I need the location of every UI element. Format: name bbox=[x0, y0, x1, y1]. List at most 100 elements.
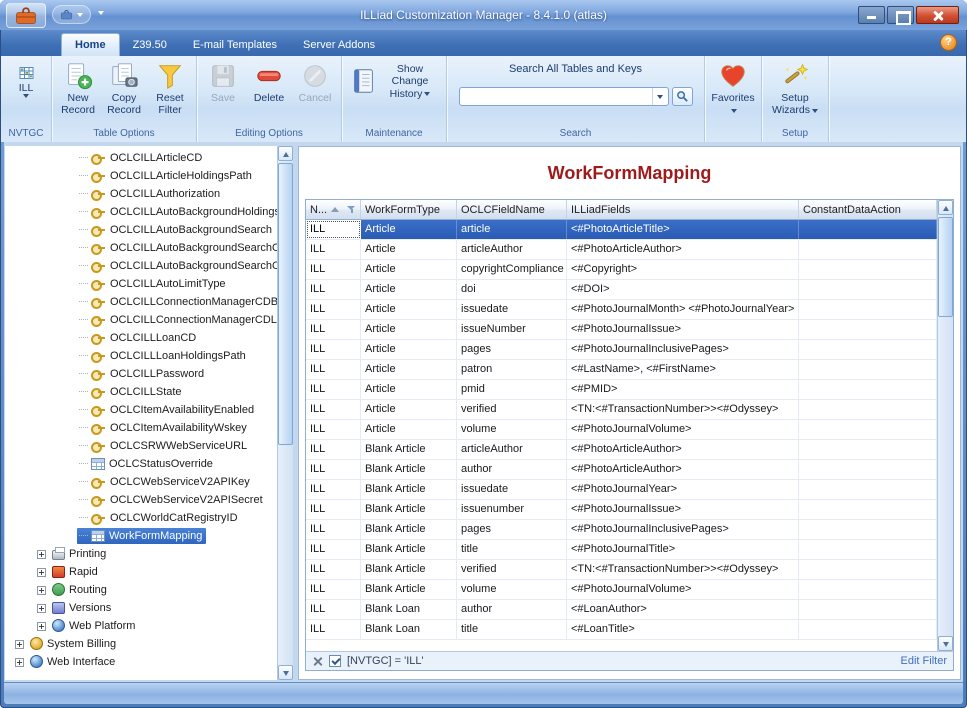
cell-nvtgc[interactable]: ILL bbox=[306, 380, 361, 399]
cell-nvtgc[interactable]: ILL bbox=[306, 500, 361, 519]
scroll-up-button[interactable] bbox=[938, 200, 953, 215]
expander-icon[interactable] bbox=[37, 622, 46, 631]
close-button[interactable] bbox=[916, 6, 959, 24]
cell-constantdataaction[interactable] bbox=[799, 600, 937, 619]
ribbon-tab[interactable]: Z39.50 bbox=[120, 34, 180, 56]
table-row[interactable]: ILL Article verified <TN:<#TransactionNu… bbox=[306, 400, 937, 420]
tree-item[interactable]: OCLCWebServiceV2APIKey bbox=[5, 473, 277, 491]
cell-constantdataaction[interactable] bbox=[799, 280, 937, 299]
column-header[interactable]: N... bbox=[306, 200, 361, 219]
cell-nvtgc[interactable]: ILL bbox=[306, 480, 361, 499]
cell-constantdataaction[interactable] bbox=[799, 480, 937, 499]
cell-constantdataaction[interactable] bbox=[799, 400, 937, 419]
cell-workformtype[interactable]: Blank Article bbox=[361, 520, 457, 539]
tree-item[interactable]: OCLCILLAutoLimitType bbox=[5, 275, 277, 293]
cell-workformtype[interactable]: Blank Article bbox=[361, 500, 457, 519]
cell-workformtype[interactable]: Article bbox=[361, 240, 457, 259]
table-row[interactable]: ILL Blank Article issuedate <#PhotoJourn… bbox=[306, 480, 937, 500]
cell-workformtype[interactable]: Article bbox=[361, 280, 457, 299]
tree-item[interactable]: Rapid bbox=[5, 563, 277, 581]
cell-illiadfields[interactable]: <#LastName>, <#FirstName> bbox=[567, 360, 799, 379]
cancel-button[interactable]: Cancel bbox=[292, 58, 338, 105]
table-row[interactable]: ILL Blank Article author <#PhotoArticleA… bbox=[306, 460, 937, 480]
column-header[interactable]: ConstantDataAction bbox=[799, 200, 937, 219]
cell-constantdataaction[interactable] bbox=[799, 560, 937, 579]
table-row[interactable]: ILL Article doi <#DOI> bbox=[306, 280, 937, 300]
cell-illiadfields[interactable]: <#PhotoJournalTitle> bbox=[567, 540, 799, 559]
table-row[interactable]: ILL Blank Article pages <#PhotoJournalIn… bbox=[306, 520, 937, 540]
cell-workformtype[interactable]: Blank Article bbox=[361, 480, 457, 499]
cell-oclcfieldname[interactable]: issuedate bbox=[457, 480, 567, 499]
tree-item[interactable]: OCLCILLArticleHoldingsPath bbox=[5, 167, 277, 185]
cell-constantdataaction[interactable] bbox=[799, 520, 937, 539]
cell-constantdataaction[interactable] bbox=[799, 440, 937, 459]
setup-wizards-button[interactable]: Setup Wizards bbox=[765, 58, 825, 118]
cell-workformtype[interactable]: Article bbox=[361, 220, 457, 239]
cell-illiadfields[interactable]: <#PhotoJournalIssue> bbox=[567, 320, 799, 339]
cell-constantdataaction[interactable] bbox=[799, 260, 937, 279]
tree-item[interactable]: WorkFormMapping bbox=[5, 527, 277, 545]
tree-item[interactable]: Versions bbox=[5, 599, 277, 617]
cell-nvtgc[interactable]: ILL bbox=[306, 600, 361, 619]
cell-illiadfields[interactable]: <#PhotoArticleAuthor> bbox=[567, 440, 799, 459]
table-row[interactable]: ILL Article article <#PhotoArticleTitle> bbox=[306, 220, 937, 240]
tree-item[interactable]: OCLCILLConnectionManagerCDB... bbox=[5, 293, 277, 311]
column-header[interactable]: OCLCFieldName bbox=[457, 200, 567, 219]
tree-item[interactable]: OCLCWebServiceV2APISecret bbox=[5, 491, 277, 509]
cell-workformtype[interactable]: Article bbox=[361, 380, 457, 399]
tree-item[interactable]: OCLCILLState bbox=[5, 383, 277, 401]
cell-constantdataaction[interactable] bbox=[799, 620, 937, 639]
cell-nvtgc[interactable]: ILL bbox=[306, 460, 361, 479]
application-menu-button[interactable] bbox=[6, 3, 46, 28]
cell-illiadfields[interactable]: <#LoanAuthor> bbox=[567, 600, 799, 619]
cell-oclcfieldname[interactable]: verified bbox=[457, 400, 567, 419]
cell-illiadfields[interactable]: <#PhotoJournalInclusivePages> bbox=[567, 520, 799, 539]
cell-nvtgc[interactable]: ILL bbox=[306, 280, 361, 299]
tree-item[interactable]: OCLCSRWWebServiceURL bbox=[5, 437, 277, 455]
table-row[interactable]: ILL Blank Article issuenumber <#PhotoJou… bbox=[306, 500, 937, 520]
cell-workformtype[interactable]: Blank Article bbox=[361, 440, 457, 459]
tree-item[interactable]: OCLCItemAvailabilityEnabled bbox=[5, 401, 277, 419]
minimize-button[interactable] bbox=[858, 6, 885, 24]
ribbon-tab[interactable]: Server Addons bbox=[290, 34, 388, 56]
nvtgc-ill-button[interactable]: ILL bbox=[4, 58, 48, 99]
cell-illiadfields[interactable]: <#PhotoArticleTitle> bbox=[567, 220, 799, 239]
cell-oclcfieldname[interactable]: articleAuthor bbox=[457, 240, 567, 259]
cell-nvtgc[interactable]: ILL bbox=[306, 300, 361, 319]
cell-nvtgc[interactable]: ILL bbox=[306, 520, 361, 539]
cell-illiadfields[interactable]: <#PhotoArticleAuthor> bbox=[567, 240, 799, 259]
search-go-button[interactable] bbox=[672, 87, 693, 106]
cell-illiadfields[interactable]: <TN:<#TransactionNumber>><#Odyssey> bbox=[567, 400, 799, 419]
cell-workformtype[interactable]: Blank Loan bbox=[361, 600, 457, 619]
help-button[interactable] bbox=[940, 34, 957, 51]
copy-record-button[interactable]: Copy Record bbox=[101, 58, 147, 118]
cell-workformtype[interactable]: Blank Article bbox=[361, 540, 457, 559]
table-row[interactable]: ILL Blank Loan title <#LoanTitle> bbox=[306, 620, 937, 640]
cell-nvtgc[interactable]: ILL bbox=[306, 320, 361, 339]
cell-illiadfields[interactable]: <#PhotoJournalInclusivePages> bbox=[567, 340, 799, 359]
table-row[interactable]: ILL Article patron <#LastName>, <#FirstN… bbox=[306, 360, 937, 380]
scroll-down-button[interactable] bbox=[938, 636, 953, 651]
column-header[interactable]: WorkFormType bbox=[361, 200, 457, 219]
cell-oclcfieldname[interactable]: title bbox=[457, 620, 567, 639]
cell-illiadfields[interactable]: <#LoanTitle> bbox=[567, 620, 799, 639]
expander-icon[interactable] bbox=[37, 604, 46, 613]
ribbon-tab[interactable]: E-mail Templates bbox=[180, 34, 290, 56]
cell-illiadfields[interactable]: <#PhotoJournalIssue> bbox=[567, 500, 799, 519]
cell-constantdataaction[interactable] bbox=[799, 220, 937, 239]
cell-nvtgc[interactable]: ILL bbox=[306, 340, 361, 359]
cell-illiadfields[interactable]: <#PhotoJournalYear> bbox=[567, 480, 799, 499]
cell-workformtype[interactable]: Blank Article bbox=[361, 560, 457, 579]
cell-oclcfieldname[interactable]: issuenumber bbox=[457, 500, 567, 519]
cell-workformtype[interactable]: Article bbox=[361, 320, 457, 339]
tree-item[interactable]: OCLCWorldCatRegistryID bbox=[5, 509, 277, 527]
cell-oclcfieldname[interactable]: title bbox=[457, 540, 567, 559]
tree-item[interactable]: OCLCILLAutoBackgroundSearchO... bbox=[5, 239, 277, 257]
cell-illiadfields[interactable]: <#PMID> bbox=[567, 380, 799, 399]
expander-icon[interactable] bbox=[37, 568, 46, 577]
tree-item[interactable]: OCLCILLArticleCD bbox=[5, 149, 277, 167]
scroll-down-button[interactable] bbox=[278, 665, 293, 680]
delete-button[interactable]: Delete bbox=[246, 58, 292, 105]
filter-enabled-checkbox[interactable] bbox=[329, 655, 341, 667]
cell-oclcfieldname[interactable]: volume bbox=[457, 580, 567, 599]
